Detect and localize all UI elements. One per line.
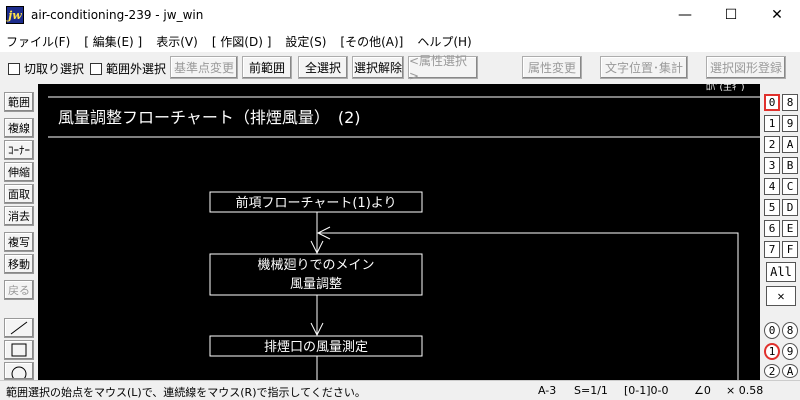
tool-chamfer[interactable]: 面取	[4, 184, 34, 204]
drawing-canvas[interactable]: ﾛﾊﾟ(主ｷﾞ) 風量調整フローチャート（排煙風量） (2) 前項フローチャート…	[38, 84, 760, 380]
crop-select-checkbox[interactable]: 切取り選択	[8, 60, 84, 77]
layer-group-8[interactable]: 8	[782, 322, 798, 339]
attr-change-button[interactable]: 属性変更	[522, 56, 582, 79]
menu-draw[interactable]: [ 作図(D) ]	[212, 33, 272, 50]
app-icon: jw	[6, 6, 24, 24]
flowchart-heading: 風量調整フローチャート（排煙風量） (2)	[58, 108, 361, 127]
angle-display[interactable]: ∠0	[694, 384, 711, 397]
prev-range-button[interactable]: 前範囲	[242, 56, 292, 79]
select-all-button[interactable]: 全選択	[298, 56, 348, 79]
drawing-svg: ﾛﾊﾟ(主ｷﾞ) 風量調整フローチャート（排煙風量） (2) 前項フローチャート…	[48, 84, 760, 380]
layer-group-2[interactable]: 2	[764, 364, 780, 378]
outside-select-checkbox[interactable]: 範囲外選択	[90, 60, 166, 77]
flow-box-2-line1: 機械廻りでのメイン	[257, 258, 374, 273]
menu-settings[interactable]: 設定(S)	[285, 33, 326, 50]
status-bar: 範囲選択の始点をマウス(L)で、連続線をマウス(R)で指示してください。 A-3…	[0, 380, 800, 400]
tool-erase[interactable]: 消去	[4, 206, 34, 226]
layer-panel: 0 8 1 9 2 A 3 B 4 C 5 D 6 E 7 F All ✕ 0 …	[760, 84, 800, 380]
layer-9[interactable]: 9	[782, 115, 798, 132]
layer-group-1[interactable]: 1	[764, 343, 780, 360]
layer-f[interactable]: F	[782, 241, 798, 258]
layer-c[interactable]: C	[782, 178, 798, 195]
menu-edit[interactable]: [ 編集(E) ]	[84, 33, 142, 50]
tool-copy[interactable]: 複写	[4, 232, 34, 252]
layer-5[interactable]: 5	[764, 199, 780, 216]
checkbox-box[interactable]	[8, 62, 20, 75]
deselect-button[interactable]: 選択解除	[352, 56, 404, 79]
maximize-button[interactable]: ☐	[708, 0, 754, 30]
tool-corner[interactable]: ｺｰﾅｰ	[4, 140, 34, 160]
checkbox-box[interactable]	[90, 62, 102, 75]
layer-group-0[interactable]: 0	[764, 322, 780, 339]
paper-size[interactable]: A-3	[538, 384, 556, 397]
text-position-sum-button[interactable]: 文字位置･集計	[600, 56, 688, 79]
layer-1[interactable]: 1	[764, 115, 780, 132]
flow-box-2-line2: 風量調整	[290, 277, 342, 292]
status-message: 範囲選択の始点をマウス(L)で、連続線をマウス(R)で指示してください。	[6, 386, 366, 399]
menu-view[interactable]: 表示(V)	[156, 33, 198, 50]
menu-bar: ファイル(F) [ 編集(E) ] 表示(V) [ 作図(D) ] 設定(S) …	[0, 30, 800, 52]
layer-8[interactable]: 8	[782, 94, 798, 111]
layer-3[interactable]: 3	[764, 157, 780, 174]
tool-parallel-line[interactable]: 複線	[4, 118, 34, 138]
layer-group-a[interactable]: A	[782, 364, 798, 378]
attr-select-button[interactable]: <属性選択>	[408, 54, 478, 83]
layer-d[interactable]: D	[782, 199, 798, 216]
layer-all-button[interactable]: All	[766, 262, 796, 282]
base-point-change-button[interactable]: 基準点変更	[170, 56, 238, 79]
corner-text-fragment: ﾛﾊﾟ(主ｷﾞ)	[706, 84, 745, 93]
tool-undo[interactable]: 戻る	[4, 280, 34, 300]
menu-help[interactable]: ヘルプ(H)	[417, 33, 471, 50]
tool-line[interactable]	[4, 318, 34, 338]
layer-7[interactable]: 7	[764, 241, 780, 258]
menu-file[interactable]: ファイル(F)	[6, 33, 70, 50]
tool-stretch[interactable]: 伸縮	[4, 162, 34, 182]
tool-rectangle[interactable]	[4, 340, 34, 360]
flow-box-3-label: 排煙口の風量測定	[264, 340, 368, 355]
line-icon	[10, 321, 28, 335]
layer-6[interactable]: 6	[764, 220, 780, 237]
circle-icon	[11, 366, 27, 378]
toolbar: 切取り選択 範囲外選択 基準点変更 前範囲 全選択 選択解除 <属性選択> 属性…	[0, 54, 800, 83]
outside-select-label: 範囲外選択	[106, 62, 167, 76]
layer-a[interactable]: A	[782, 136, 798, 153]
tool-circle[interactable]	[4, 362, 34, 380]
zoom-display[interactable]: × 0.58	[726, 384, 763, 397]
title-bar: jw air-conditioning-239 - jw_win — ☐ ✕	[0, 0, 800, 30]
layer-2[interactable]: 2	[764, 136, 780, 153]
register-shape-button[interactable]: 選択図形登録	[706, 56, 786, 79]
crop-select-label: 切取り選択	[24, 62, 85, 76]
layer-e[interactable]: E	[782, 220, 798, 237]
rectangle-icon	[11, 343, 27, 357]
feedback-loop-line	[318, 232, 739, 380]
minimize-button[interactable]: —	[662, 0, 708, 30]
tool-move[interactable]: 移動	[4, 254, 34, 274]
scale-display[interactable]: S=1/1	[574, 384, 608, 397]
close-button[interactable]: ✕	[754, 0, 800, 30]
menu-other[interactable]: [その他(A)]	[340, 33, 403, 50]
window-title: air-conditioning-239 - jw_win	[31, 8, 204, 22]
layer-group-9[interactable]: 9	[782, 343, 798, 360]
layer-clear-button[interactable]: ✕	[766, 286, 796, 306]
flow-box-1-label: 前項フローチャート(1)より	[235, 195, 396, 211]
layer-4[interactable]: 4	[764, 178, 780, 195]
layer-0[interactable]: 0	[764, 94, 780, 111]
layer-b[interactable]: B	[782, 157, 798, 174]
left-toolbox: 範囲 複線 ｺｰﾅｰ 伸縮 面取 消去 複写 移動 戻る	[0, 92, 38, 380]
layer-display[interactable]: [0-1]0-0	[624, 384, 669, 397]
tool-range[interactable]: 範囲	[4, 92, 34, 112]
